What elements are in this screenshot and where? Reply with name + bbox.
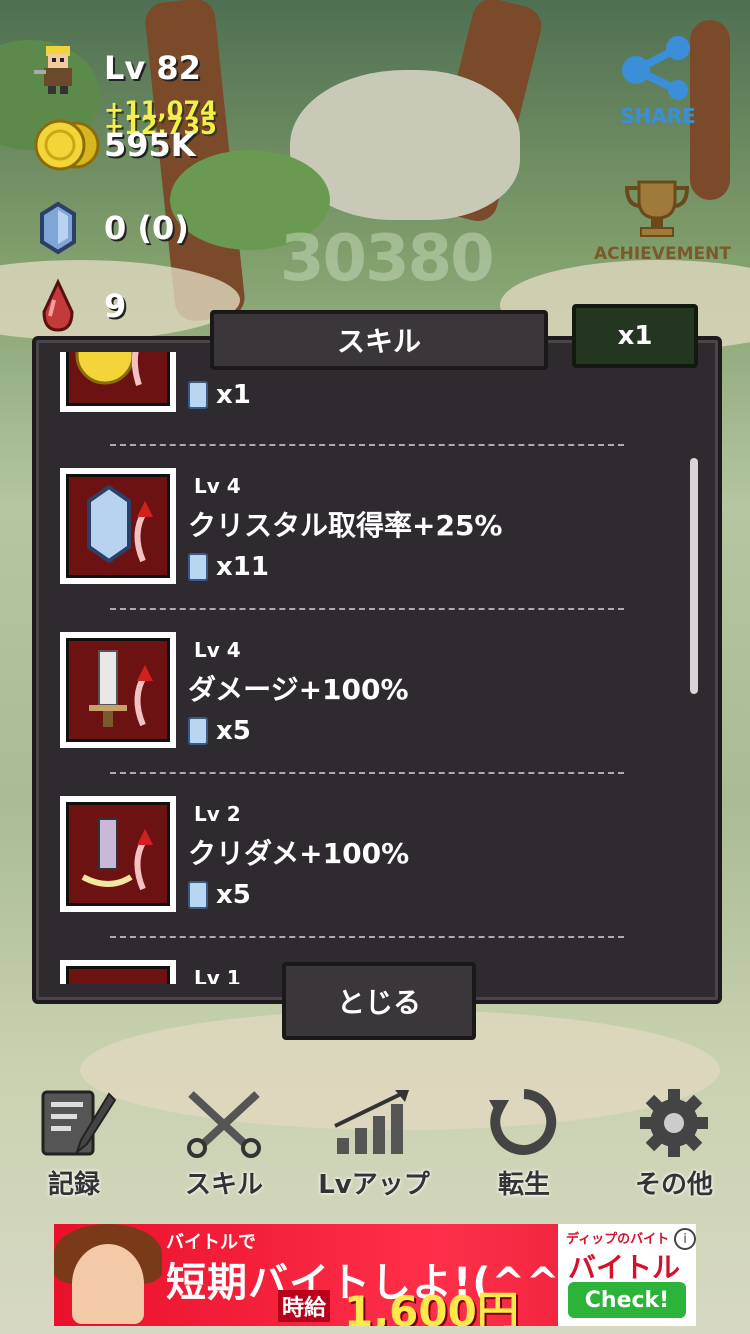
skill-icon-frame	[60, 352, 176, 412]
ad-banner[interactable]: バイトルで 短期バイトしよ!(^^) 時給 1,600円 ディップのバイト i …	[54, 1224, 696, 1326]
ad-check-button[interactable]: Check!	[568, 1282, 686, 1318]
divider	[110, 772, 624, 774]
ad-wage-price: 1,600円	[344, 1287, 519, 1326]
gold-text: 595K	[104, 126, 196, 164]
menu-lvup-button[interactable]: Lvアップ	[304, 1086, 444, 1201]
skill-icon-frame	[60, 468, 176, 584]
share-button[interactable]: SHARE	[612, 36, 704, 128]
notebook-icon	[41, 1090, 117, 1156]
multiplier-button[interactable]: x1	[572, 304, 698, 368]
gold-row: 595K	[30, 116, 196, 174]
trophy-icon	[624, 180, 690, 237]
skill-list[interactable]: x1 Lv 4 クリスタル取得率+25% x11 Lv 4 ダメージ+100% …	[36, 352, 718, 984]
skill-item[interactable]: Lv 2 クリダメ+100% x5	[60, 796, 660, 956]
ad-character-face	[72, 1244, 144, 1324]
critical-icon	[81, 818, 153, 891]
divider	[110, 444, 624, 446]
coin-icon	[75, 352, 142, 386]
ad-brand-top: ディップのバイト	[566, 1232, 670, 1247]
menu-record-button[interactable]: 記録	[4, 1086, 144, 1201]
skill-icon-frame	[60, 796, 176, 912]
ad-wage-label: 時給	[278, 1290, 331, 1322]
drop-text: 9	[104, 287, 127, 325]
drop-row: 9	[30, 278, 126, 334]
gear-icon	[640, 1089, 708, 1157]
divider	[110, 936, 624, 938]
menu-skill-label: スキル	[184, 1170, 263, 1200]
crystal-cost-icon	[188, 717, 208, 745]
crystal-cost-icon	[188, 553, 208, 581]
crystal-text: 0 (0)	[104, 209, 189, 247]
skill-cost: x1	[188, 380, 251, 410]
menu-rebirth-label: 転生	[497, 1170, 550, 1200]
ad-brand-name: バイトル	[568, 1251, 681, 1284]
red-drop-icon	[42, 278, 74, 332]
crystal-icon	[40, 201, 76, 255]
skill-level: Lv 2	[194, 802, 241, 826]
sword-icon	[89, 650, 153, 727]
skill-cost: x5	[188, 880, 251, 910]
panel-title: スキル	[210, 310, 548, 370]
menu-other-button[interactable]: その他	[604, 1086, 744, 1201]
damage-counter-ghost: 30380	[280, 222, 495, 296]
skill-icon-frame	[60, 632, 176, 748]
gold-coin-icon	[34, 119, 100, 171]
skill-cost: x5	[188, 716, 251, 746]
hero-icon	[34, 46, 72, 94]
close-button[interactable]: とじる	[282, 962, 476, 1040]
skill-level: Lv 4	[194, 474, 241, 498]
skill-name: クリダメ+100%	[188, 837, 410, 870]
crossed-swords-icon	[187, 1091, 261, 1158]
skill-icon-frame	[60, 960, 176, 984]
menu-rebirth-button[interactable]: 転生	[454, 1086, 594, 1201]
divider	[110, 608, 624, 610]
skill-name: ダメージ+100%	[188, 673, 409, 706]
skill-level: Lv 1	[194, 966, 241, 984]
skill-panel: x1 Lv 4 クリスタル取得率+25% x11 Lv 4 ダメージ+100% …	[32, 336, 722, 1004]
share-icon	[622, 36, 690, 100]
skill-cost: x11	[188, 552, 269, 582]
achievement-label: ACHIEVEMENT	[594, 244, 731, 264]
menu-other-label: その他	[634, 1170, 713, 1200]
rebirth-cycle-icon	[489, 1089, 557, 1155]
skill-item[interactable]: Lv 4 ダメージ+100% x5	[60, 632, 660, 792]
crystal-cost-icon	[188, 381, 208, 409]
level-row: Lv 82	[30, 40, 201, 96]
menu-lvup-label: Lvアップ	[318, 1170, 430, 1200]
scrollbar[interactable]	[690, 458, 698, 694]
menu-record-label: 記録	[47, 1170, 100, 1200]
level-text: Lv 82	[104, 49, 201, 87]
growth-chart-icon	[334, 1090, 409, 1154]
crystal-icon	[87, 484, 153, 564]
crystal-cost-icon	[188, 881, 208, 909]
achievement-button[interactable]: ACHIEVEMENT	[594, 178, 731, 264]
ad-brand-box: ディップのバイト i バイトル Check!	[558, 1224, 696, 1326]
share-label: SHARE	[620, 104, 696, 128]
skill-item[interactable]: Lv 4 クリスタル取得率+25% x11	[60, 468, 660, 628]
skill-level: Lv 4	[194, 638, 241, 662]
crystal-row: 0 (0)	[30, 200, 189, 256]
menu-skill-button[interactable]: スキル	[154, 1086, 294, 1201]
skill-name: クリスタル取得率+25%	[188, 509, 503, 542]
